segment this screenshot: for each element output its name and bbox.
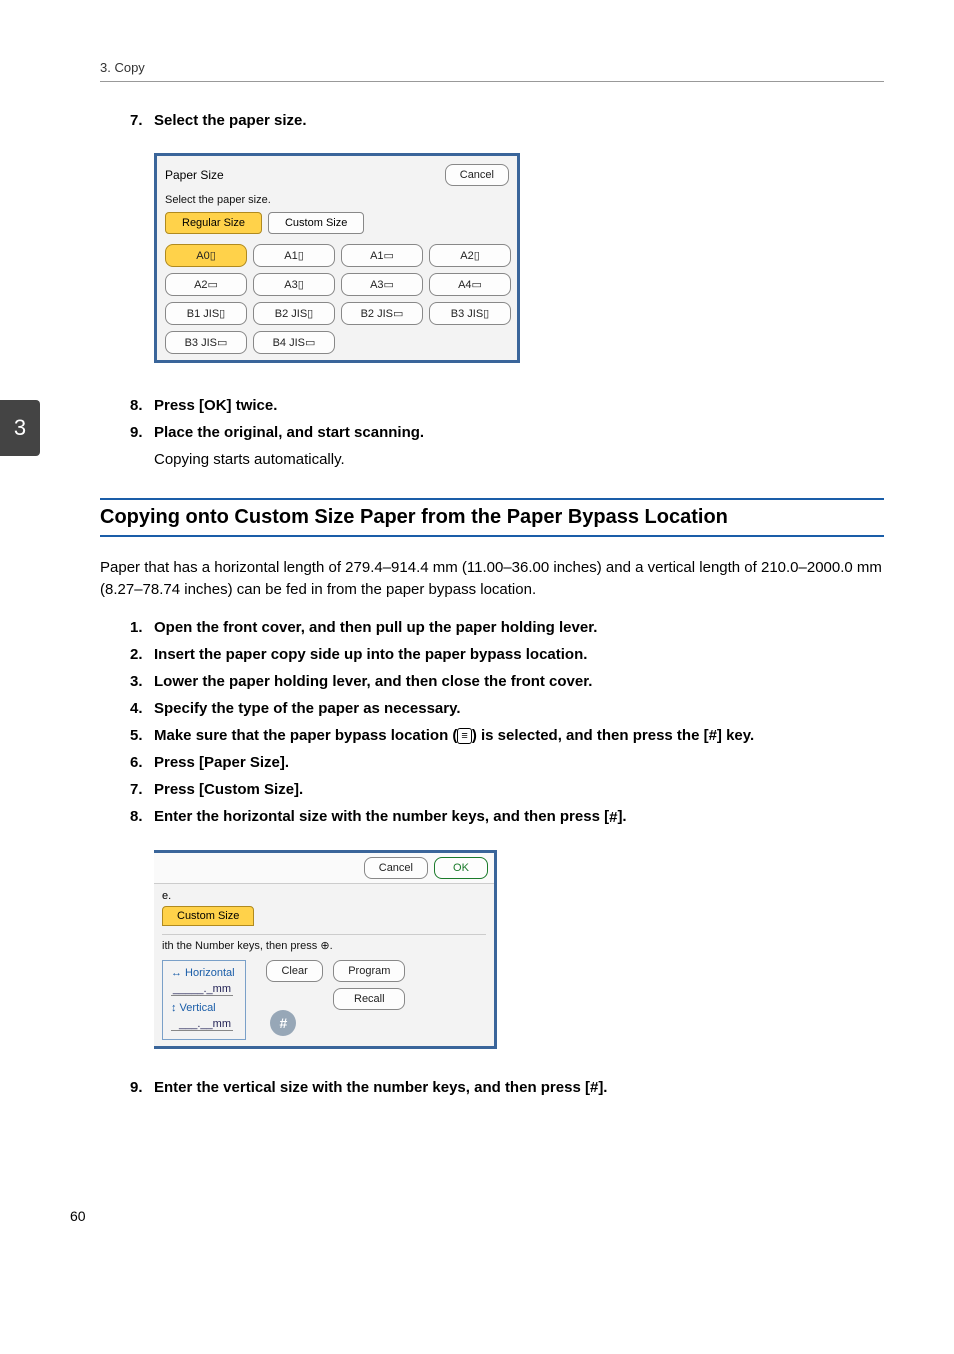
step-7-num: 7.: [130, 112, 154, 129]
partial-label: e.: [162, 890, 486, 902]
bstep-6: 6. Press [Paper Size].: [130, 754, 884, 771]
bstep-1-text: Open the front cover, and then pull up t…: [154, 619, 884, 636]
bstep-2-text: Insert the paper copy side up into the p…: [154, 646, 884, 663]
size-option[interactable]: B2 JIS▭: [341, 302, 423, 325]
bstep-7: 7. Press [Custom Size].: [130, 781, 884, 798]
section-heading-text: Copying onto Custom Size Paper from the …: [100, 506, 884, 529]
horizontal-label: ↔ Horizontal: [171, 967, 237, 979]
bstep-9-num: 9.: [130, 1079, 154, 1096]
bstep-4-text: Specify the type of the paper as necessa…: [154, 700, 884, 717]
size-grid: A0▯ A1▯ A1▭ A2▯ A2▭ A3▯ A3▭ A4▭ B1 JIS▯ …: [165, 244, 509, 325]
step-8: 8. Press [OK] twice.: [130, 397, 884, 414]
size-option[interactable]: A2▭: [165, 273, 247, 296]
bstep-6-text: Press [Paper Size].: [154, 754, 884, 771]
bstep-2: 2. Insert the paper copy side up into th…: [130, 646, 884, 663]
hash-icon: #: [709, 727, 717, 744]
page-number: 60: [70, 1208, 86, 1224]
size-option[interactable]: B4 JIS▭: [253, 331, 335, 354]
cancel-button[interactable]: Cancel: [445, 164, 509, 186]
dimension-box: ↔ Horizontal _____._mm ↕ Vertical ___.__…: [162, 960, 246, 1040]
hash-key-icon[interactable]: #: [270, 1010, 296, 1036]
bstep-8-num: 8.: [130, 808, 154, 825]
bstep-2-num: 2.: [130, 646, 154, 663]
cancel-button[interactable]: Cancel: [364, 857, 428, 879]
size-option[interactable]: B3 JIS▭: [165, 331, 247, 354]
bstep-3-num: 3.: [130, 673, 154, 690]
step-9-text: Place the original, and start scanning.: [154, 424, 884, 441]
tab-regular-size[interactable]: Regular Size: [165, 212, 262, 234]
recall-button[interactable]: Recall: [333, 988, 405, 1010]
bstep-4: 4. Specify the type of the paper as nece…: [130, 700, 884, 717]
step-9-num: 9.: [130, 424, 154, 441]
breadcrumb: 3. Copy: [100, 60, 884, 82]
tab-custom-size[interactable]: Custom Size: [162, 906, 254, 926]
bstep-7-text: Press [Custom Size].: [154, 781, 884, 798]
horizontal-field[interactable]: _____._mm: [171, 983, 233, 996]
bstep-4-num: 4.: [130, 700, 154, 717]
section-heading: Copying onto Custom Size Paper from the …: [100, 498, 884, 537]
vertical-field[interactable]: ___.__mm: [171, 1018, 233, 1031]
bstep-5-text: Make sure that the paper bypass location…: [154, 727, 884, 745]
bstep-9: 9. Enter the vertical size with the numb…: [130, 1079, 884, 1097]
size-option[interactable]: B1 JIS▯: [165, 302, 247, 325]
size-option[interactable]: A3▯: [253, 273, 335, 296]
step-8-num: 8.: [130, 397, 154, 414]
step-8-text: Press [OK] twice.: [154, 397, 884, 414]
bstep-7-num: 7.: [130, 781, 154, 798]
bstep-6-num: 6.: [130, 754, 154, 771]
size-option[interactable]: A4▭: [429, 273, 511, 296]
size-option[interactable]: A0▯: [165, 244, 247, 267]
bstep-8: 8. Enter the horizontal size with the nu…: [130, 808, 884, 826]
section-paragraph: Paper that has a horizontal length of 27…: [100, 557, 884, 601]
size-option[interactable]: A1▯: [253, 244, 335, 267]
size-option[interactable]: A2▯: [429, 244, 511, 267]
size-option[interactable]: A1▭: [341, 244, 423, 267]
size-option[interactable]: B2 JIS▯: [253, 302, 335, 325]
note-copying-auto: Copying starts automatically.: [154, 451, 884, 468]
bstep-3: 3. Lower the paper holding lever, and th…: [130, 673, 884, 690]
bstep-8-text: Enter the horizontal size with the numbe…: [154, 808, 884, 826]
tab-custom-size[interactable]: Custom Size: [268, 212, 364, 234]
size-option[interactable]: A3▭: [341, 273, 423, 296]
bypass-icon: ≡: [457, 728, 471, 744]
step-7: 7. Select the paper size.: [130, 112, 884, 129]
bstep-3-text: Lower the paper holding lever, and then …: [154, 673, 884, 690]
bstep-5-num: 5.: [130, 727, 154, 744]
dialog-subtext: Select the paper size.: [165, 194, 509, 206]
paper-size-dialog: Paper Size Cancel Select the paper size.…: [154, 153, 520, 363]
bstep-1: 1. Open the front cover, and then pull u…: [130, 619, 884, 636]
dialog-title: Paper Size: [165, 168, 224, 182]
program-button[interactable]: Program: [333, 960, 405, 982]
ok-button[interactable]: OK: [434, 857, 488, 879]
custom-size-dialog: Cancel OK e. Custom Size ith the Number …: [154, 850, 497, 1049]
dialog-instruction: ith the Number keys, then press ⊕.: [162, 934, 486, 952]
vertical-label: ↕ Vertical: [171, 1002, 237, 1014]
bstep-5: 5. Make sure that the paper bypass locat…: [130, 727, 884, 745]
bstep-9-text: Enter the vertical size with the number …: [154, 1079, 884, 1097]
step-9: 9. Place the original, and start scannin…: [130, 424, 884, 441]
bstep-1-num: 1.: [130, 619, 154, 636]
chapter-tab: 3: [0, 400, 40, 456]
clear-button[interactable]: Clear: [266, 960, 322, 982]
step-7-text: Select the paper size.: [154, 112, 884, 129]
size-option[interactable]: B3 JIS▯: [429, 302, 511, 325]
